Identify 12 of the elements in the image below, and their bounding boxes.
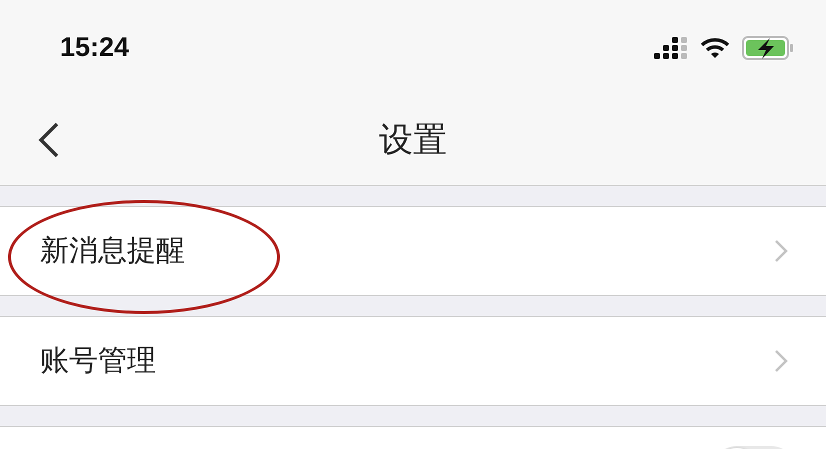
settings-row[interactable]: 账号管理 [0,316,826,406]
page-title: 设置 [379,119,447,162]
row-label: 新消息提醒 [40,232,185,269]
signal-icon [654,36,688,58]
settings-row[interactable]: 新消息提醒 [0,206,826,296]
back-icon[interactable] [38,122,60,158]
battery-charging-icon [742,36,794,60]
row-label: 账号管理 [40,342,156,379]
chevron-icon [774,239,788,263]
status-time: 15:24 [60,32,130,63]
wifi-icon [700,36,730,58]
chevron-icon [774,349,788,373]
